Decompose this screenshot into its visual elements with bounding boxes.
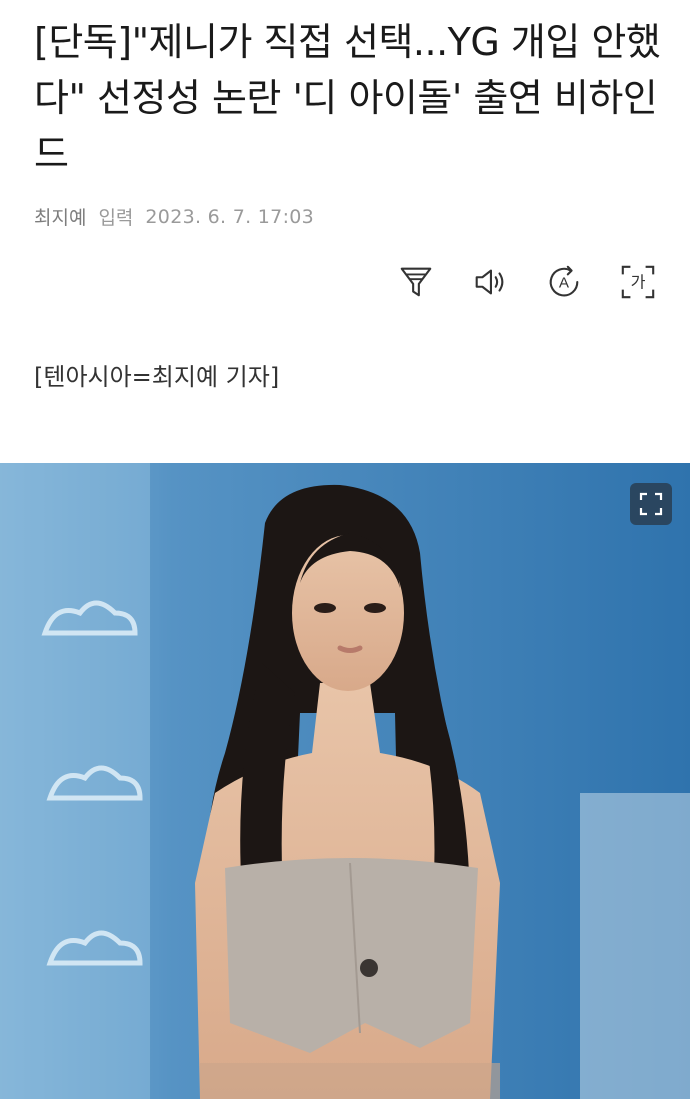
publish-date: 2023. 6. 7. 17:03	[145, 205, 315, 228]
font-size-icon: 가	[621, 265, 655, 299]
expand-photo-button[interactable]	[630, 483, 672, 525]
filter-button[interactable]	[396, 262, 436, 302]
photo-illustration	[0, 463, 690, 1099]
speaker-icon	[475, 269, 504, 295]
article-toolbar: A 가	[396, 262, 658, 302]
translate-button[interactable]: A	[544, 262, 584, 302]
photo-credit: [텐아시아=최지예 기자]	[34, 363, 280, 391]
author-name: 최지예	[34, 207, 87, 229]
expand-icon	[639, 492, 663, 516]
byline: 최지예 입력 2023. 6. 7. 17:03	[34, 203, 314, 230]
date-label: 입력	[98, 207, 134, 229]
article-photo[interactable]	[0, 463, 690, 1099]
article-headline: [단독]"제니가 직접 선택...YG 개입 안했다" 선정성 논란 '디 아이…	[34, 20, 661, 176]
font-size-button[interactable]: 가	[618, 262, 658, 302]
listen-button[interactable]	[470, 262, 510, 302]
translate-icon: A	[549, 265, 579, 297]
filter-icon	[400, 267, 432, 297]
svg-text:가: 가	[631, 273, 646, 292]
svg-text:A: A	[559, 275, 570, 292]
